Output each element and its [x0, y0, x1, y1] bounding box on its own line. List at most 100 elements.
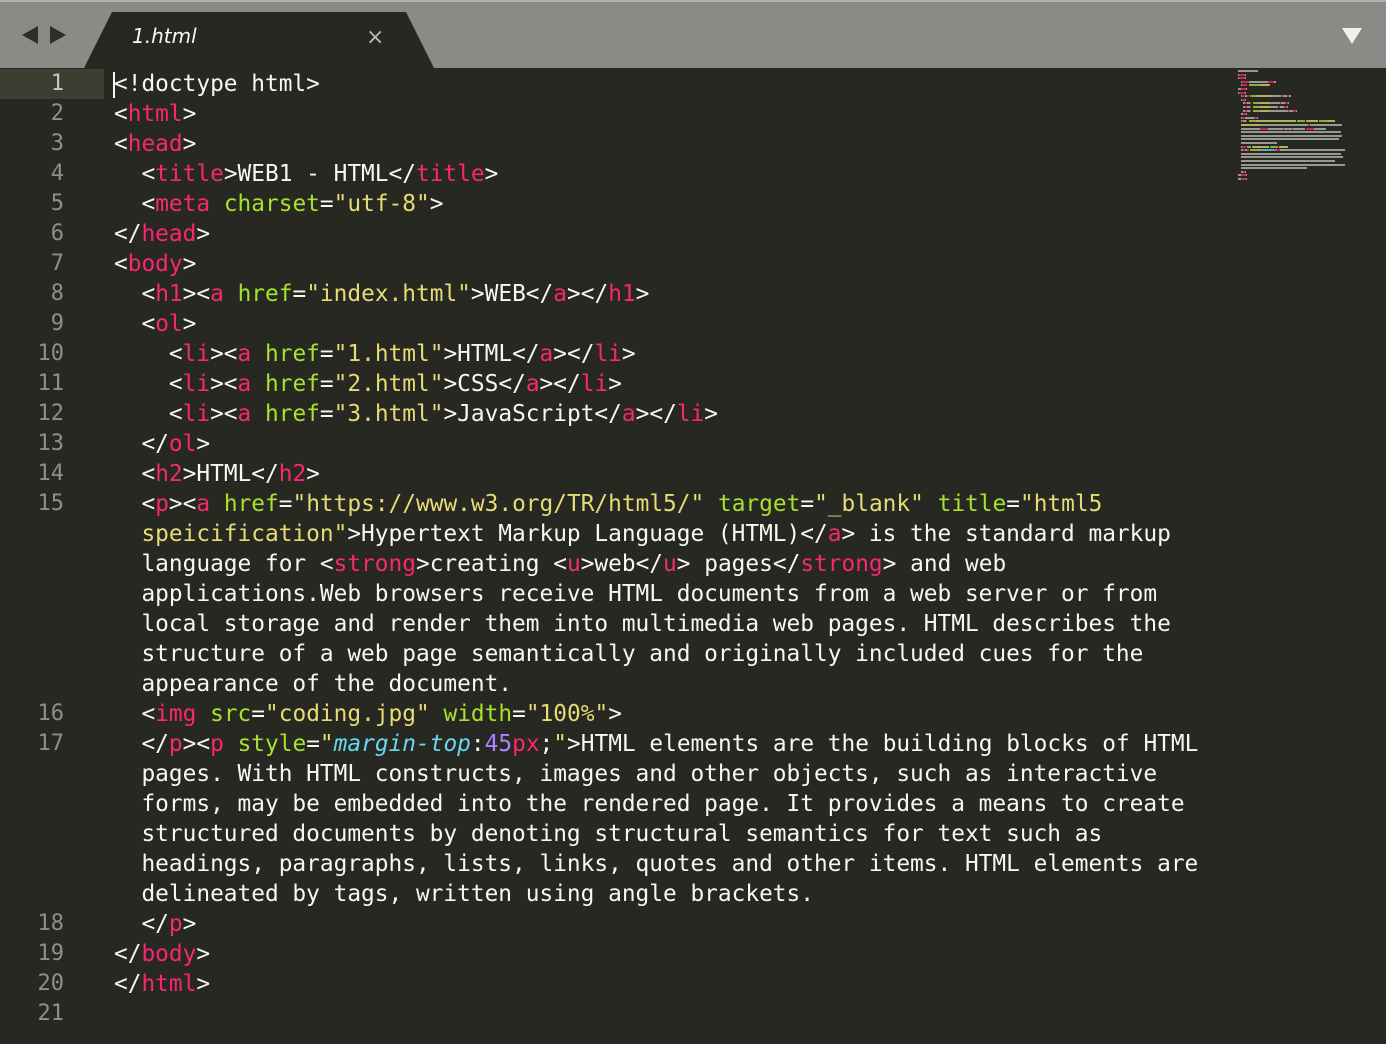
code-line[interactable]: pages. With HTML constructs, images and …: [114, 759, 1157, 789]
attribute-name: style: [237, 731, 307, 757]
code-text: structure of a web page semantically and…: [114, 641, 1144, 667]
minimap-line: [1250, 149, 1257, 152]
minimap-line: [1242, 80, 1249, 83]
code-line[interactable]: <h2>HTML</h2>: [114, 459, 319, 489]
code-line[interactable]: headings, paragraphs, lists, links, quot…: [114, 849, 1198, 879]
code-line[interactable]: delineated by tags, written using angle …: [114, 879, 814, 909]
code-line[interactable]: forms, may be embedded into the rendered…: [114, 789, 1184, 819]
minimap-line: [1240, 167, 1307, 170]
minimap-line: [1244, 170, 1247, 173]
string-value: "3.html": [333, 401, 444, 427]
minimap-line: [1240, 138, 1340, 141]
close-icon[interactable]: ×: [366, 25, 384, 50]
minimap-line: [1274, 80, 1276, 83]
code-line[interactable]: <ol>: [114, 309, 196, 339]
line-number: 15: [37, 491, 65, 516]
code-text: >: [621, 341, 636, 367]
code-line[interactable]: </html>: [114, 969, 210, 999]
code-line[interactable]: <html>: [114, 99, 196, 129]
code-line[interactable]: speicification">Hypertext Markup Languag…: [114, 519, 1170, 549]
minimap-line: [1247, 149, 1249, 152]
code-line[interactable]: <body>: [114, 249, 196, 279]
code-line[interactable]: <title>WEB1 - HTML</title>: [114, 159, 498, 189]
code-text: pages. With HTML constructs, images and …: [114, 761, 1158, 787]
code-text: delineated by tags, written using angle …: [114, 881, 814, 907]
arrow-right-icon[interactable]: [50, 26, 66, 44]
string-value: "100%": [525, 701, 609, 727]
string-value: ": [319, 731, 334, 757]
minimap-line: [1242, 145, 1247, 148]
tab-title[interactable]: 1.html: [132, 24, 197, 48]
minimap-line: [1250, 106, 1252, 108]
minimap[interactable]: [1236, 68, 1386, 198]
code-text: >: [429, 191, 444, 217]
tag-name: head: [141, 221, 197, 247]
code-line[interactable]: applications.Web browsers receive HTML d…: [114, 579, 1157, 609]
minimap-line: [1269, 84, 1271, 87]
minimap-line: [1242, 84, 1248, 87]
code-text: language for <: [114, 551, 334, 577]
code-line[interactable]: <img src="coding.jpg" width="100%">: [114, 699, 621, 729]
code-text: >: [196, 221, 211, 247]
tag-name: ol: [155, 311, 183, 337]
code-line[interactable]: <li><a href="2.html">CSS</a></li>: [114, 369, 622, 399]
tag-name: a: [539, 341, 554, 367]
string-value: "html5: [1019, 491, 1103, 517]
code-text: <: [114, 371, 183, 397]
minimap-line: [1248, 84, 1259, 87]
code-line[interactable]: <meta charset="utf-8">: [114, 189, 443, 219]
code-line[interactable]: </head>: [114, 219, 210, 249]
code-line[interactable]: <h1><a href="index.html">WEB</a></h1>: [114, 279, 649, 309]
minimap-line: [1247, 95, 1249, 98]
line-number: 13: [37, 431, 65, 456]
code-text: ></: [539, 371, 581, 397]
minimap-line: [1259, 109, 1271, 112]
code-text: =: [306, 731, 320, 757]
line-number: 16: [37, 701, 65, 726]
minimap-line: [1286, 145, 1288, 148]
minimap-line: [1293, 127, 1306, 130]
tag-name: a: [196, 491, 211, 517]
tag-name: li: [182, 341, 211, 367]
code-line[interactable]: </body>: [114, 939, 210, 969]
minimap-line: [1270, 106, 1279, 108]
code-line[interactable]: <p><a href="https://www.w3.org/TR/html5/…: [114, 489, 1102, 519]
string-value: "index.html": [306, 281, 471, 307]
minimap-line: [1260, 124, 1309, 126]
line-number: 17: [37, 731, 65, 756]
code-line[interactable]: </p><p style="margin-top:45px;">HTML ele…: [114, 729, 1198, 759]
code-text: >: [182, 911, 197, 937]
minimap-line: [1270, 145, 1278, 148]
tag-name: a: [525, 371, 540, 397]
code-line[interactable]: </p>: [114, 909, 196, 939]
code-text: =: [319, 341, 334, 367]
code-line[interactable]: <!doctype html>: [114, 69, 320, 99]
minimap-line: [1240, 131, 1341, 134]
code-line[interactable]: local storage and render them into multi…: [114, 609, 1170, 639]
tag-name: body: [141, 941, 197, 967]
code-line[interactable]: appearance of the document.: [114, 669, 512, 699]
code-line[interactable]: structured documents by denoting structu…: [114, 819, 1102, 849]
code-line[interactable]: <li><a href="3.html">JavaScript</a></li>: [114, 399, 718, 429]
code-text: =: [319, 371, 334, 397]
code-line[interactable]: </ol>: [114, 429, 210, 459]
code-line[interactable]: <head>: [114, 129, 196, 159]
line-number: 14: [37, 461, 65, 486]
code-text: ></: [567, 281, 609, 307]
code-text: appearance of the document.: [114, 671, 513, 697]
code-line[interactable]: structure of a web page semantically and…: [114, 639, 1143, 669]
minimap-line: [1244, 98, 1247, 101]
code-text: >: [704, 401, 718, 427]
chevron-down-icon[interactable]: [1342, 28, 1362, 44]
code-line[interactable]: language for <strong>creating <u>web</u>…: [114, 549, 1006, 579]
tag-name: li: [580, 371, 609, 397]
minimap-line: [1246, 178, 1248, 180]
arrow-left-icon[interactable]: [22, 26, 38, 44]
code-line[interactable]: <li><a href="1.html">HTML</a></li>: [114, 339, 636, 369]
